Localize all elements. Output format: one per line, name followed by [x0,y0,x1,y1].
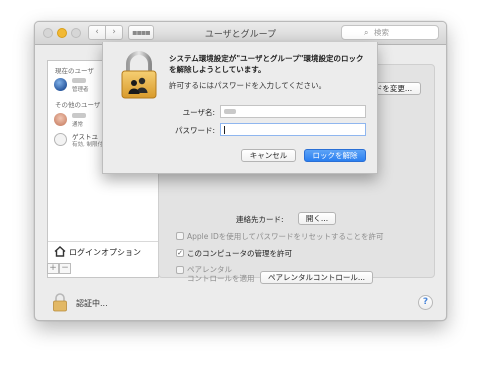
guest-user-status: 有効, 制限付 [72,142,103,148]
username-value [224,109,236,114]
dialog-title: システム環境設定が"ユーザとグループ"環境設定のロックを解除しようとしています。 [169,54,364,74]
dialog-message: 許可するにはパスワードを入力してください。 [169,81,327,90]
gingerbread-avatar-icon [54,113,67,126]
text-caret [224,126,225,134]
search-icon: ⌕ [364,28,369,37]
search-input[interactable]: ⌕ 検索 [341,25,439,40]
globe-avatar-icon [54,78,67,91]
help-button[interactable]: ? [418,295,433,310]
unlock-dialog: システム環境設定が"ユーザとグループ"環境設定のロックを解除しようとしています。… [102,42,378,174]
unlock-button[interactable]: ロックを解除 [304,149,366,162]
apple-id-reset-label: Apple IDを使用してパスワードをリセットすることを許可 [187,232,384,241]
password-field[interactable] [220,123,366,136]
username-label: ユーザ名: [182,108,215,117]
search-placeholder: 検索 [374,28,389,37]
parental-line2-label: コントロールを適用 [187,274,255,283]
current-user-header: 現在のユーザ [55,67,94,75]
house-icon [54,246,66,257]
guest-avatar-icon [54,133,67,146]
apple-id-reset-checkbox[interactable] [176,232,184,240]
current-user-name [72,77,86,85]
parental-controls-button[interactable]: ペアレンタルコントロール... [260,271,373,284]
parental-controls-checkbox[interactable] [176,266,184,274]
other-user-name [72,112,86,120]
password-label: パスワード: [174,126,215,135]
other-user-role: 通常 [72,122,84,128]
open-contact-card-button[interactable]: 開く... [298,212,336,225]
lock-icon[interactable] [52,292,68,312]
allow-admin-label: このコンピュータの管理を許可 [187,249,292,258]
padlock-users-icon [121,51,157,99]
login-options-item[interactable]: ログインオプション [48,241,158,262]
username-field[interactable] [220,105,366,118]
authenticating-label: 認証中... [76,299,108,308]
current-user-role: 管理者 [72,87,89,93]
add-user-button[interactable]: + [47,263,59,274]
login-options-label: ログインオプション [69,248,141,257]
contact-card-label: 連絡先カード: [236,215,284,224]
allow-admin-checkbox[interactable]: ✓ [176,249,184,257]
remove-user-button[interactable]: − [59,263,71,274]
cancel-button[interactable]: キャンセル [241,149,296,162]
other-users-header: その他のユーザ [55,101,101,109]
